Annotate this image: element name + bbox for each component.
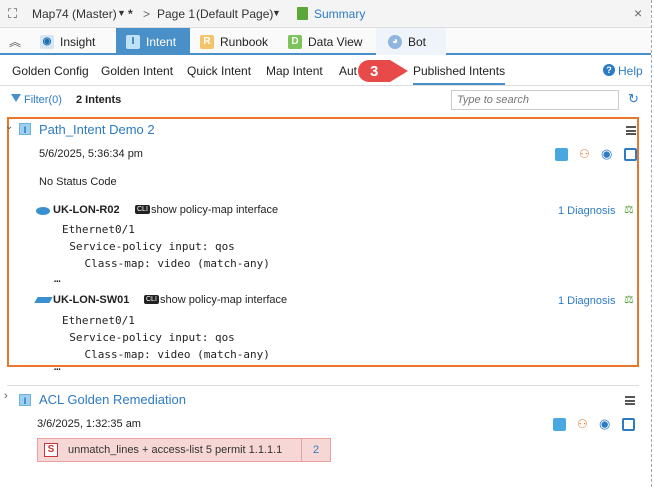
intent-title[interactable]: Path_Intent Demo 2 [39,122,155,137]
rule-text: unmatch_lines + access-list 5 permit 1.1… [68,444,283,456]
summary-link[interactable]: Summary [314,7,365,21]
intent-timestamp: 5/6/2025, 5:36:34 pm [39,148,143,160]
summary-icon [297,7,308,20]
switch-icon [34,297,53,303]
cli-output-line: Class-map: video (match-any) [58,257,270,270]
close-icon[interactable]: × [634,5,642,21]
menu-icon[interactable] [625,396,635,405]
chevron-down-icon[interactable]: ▼ [117,8,126,18]
tab-label: Insight [60,34,96,49]
subnav-published-intents[interactable]: Published Intents [413,64,506,85]
tab-label: Data View [308,34,363,49]
device-name[interactable]: UK-LON-SW01 [53,294,129,306]
subnav-map-intent[interactable]: Map Intent [266,64,323,78]
cli-output-line: Class-map: video (match-any) [58,348,270,361]
filter-icon[interactable] [11,94,21,102]
intent-card: ⌄ I Path_Intent Demo 2 5/6/2025, 5:36:34… [5,117,639,367]
tab-runbook[interactable]: R Runbook [200,28,280,55]
view-icon[interactable]: ◉ [599,416,610,432]
run-icon[interactable] [555,148,568,161]
diagnosis-link[interactable]: 1 Diagnosis [558,205,615,217]
collapse-chevron-icon[interactable]: ⌄ [5,121,13,132]
tab-label: Runbook [220,34,269,49]
bot-icon: ◕ [388,34,402,49]
page-suffix[interactable]: (Default Page) [196,7,273,21]
callout-number: 3 [370,63,379,80]
cli-output-line: … [54,272,61,285]
menu-icon[interactable] [626,126,636,135]
app-window: ⛶ Map74 (Master) ▼ * > Page 1 (Default P… [0,0,652,487]
rule-row[interactable]: S unmatch_lines + access-list 5 permit 1… [37,438,331,462]
intent-timestamp: 3/6/2025, 1:32:35 am [37,418,141,430]
page-chevron-down-icon[interactable]: ▼ [272,8,281,18]
tab-bot[interactable]: ◕ Bot [376,28,446,55]
tab-intent[interactable]: I Intent [116,28,190,55]
modified-indicator: * [128,7,133,21]
cli-output-line: Service-policy input: qos [56,331,235,344]
topology-icon[interactable]: ⚇ [577,417,588,431]
breadcrumb: ⛶ Map74 (Master) ▼ * > Page 1 (Default P… [0,0,651,28]
callout-shape [358,60,408,82]
cli-badge: CLI [144,295,159,304]
rule-badge: S [44,443,58,457]
balance-icon[interactable]: ⚖ [624,293,634,306]
filter-button[interactable]: Filter(0) [24,94,62,106]
step-callout: 3 [356,58,412,84]
page-name[interactable]: Page 1 [157,7,195,21]
filter-bar: Filter(0) 2 Intents ↻ [0,86,651,114]
intent-card: › I ACL Golden Remediation 3/6/2025, 1:3… [4,385,639,475]
help-link[interactable]: Help [618,64,643,78]
subnav-automation[interactable]: Aut [339,64,357,78]
router-icon [36,207,50,215]
data-view-icon: D [288,34,302,49]
tab-insight[interactable]: ◉ Insight [40,28,116,55]
search-input[interactable] [451,90,619,110]
intent-icon: I [126,34,140,49]
cli-command[interactable]: show policy-map interface [160,294,287,306]
subnav-quick-intent[interactable]: Quick Intent [187,64,251,78]
intent-icon: I [19,394,31,406]
tab-label: Intent [146,34,177,49]
rule-count[interactable]: 2 [313,444,319,456]
rule-divider [301,439,302,461]
intent-icon: I [19,123,31,135]
intent-subnav: Golden Config Golden Intent Quick Intent… [0,55,651,86]
breadcrumb-separator: > [143,7,151,21]
cli-command[interactable]: show policy-map interface [151,204,278,216]
main-tabs: ︽ ◉ Insight I Intent R Runbook D Data Vi… [0,28,651,55]
insight-icon: ◉ [40,34,54,49]
intent-count: 2 Intents [76,94,122,106]
run-icon[interactable] [553,418,566,431]
device-name[interactable]: UK-LON-R02 [53,204,120,216]
expand-icon[interactable]: ⛶ [8,6,17,22]
expand-chevron-icon[interactable]: › [4,390,8,402]
subnav-golden-intent[interactable]: Golden Intent [101,64,173,78]
report-icon[interactable] [624,148,637,161]
collapse-icon[interactable]: ︽ [9,33,21,50]
cli-output-line: … [54,360,61,373]
subnav-golden-config[interactable]: Golden Config [12,64,89,78]
report-icon[interactable] [622,418,635,431]
map-name[interactable]: Map74 (Master) [32,7,117,21]
refresh-icon[interactable]: ↻ [628,91,639,107]
cli-output-line: Service-policy input: qos [56,240,235,253]
balance-icon[interactable]: ⚖ [624,203,634,216]
cli-output-line: Ethernet0/1 [62,314,135,327]
tab-data-view[interactable]: D Data View [288,28,368,55]
view-icon[interactable]: ◉ [601,146,612,162]
topology-icon[interactable]: ⚇ [579,147,590,161]
status-text: No Status Code [39,176,117,188]
cli-badge: CLI [135,205,150,214]
help-icon[interactable]: ? [603,64,615,76]
diagnosis-link[interactable]: 1 Diagnosis [558,295,615,307]
intent-title[interactable]: ACL Golden Remediation [39,392,186,407]
cli-output-line: Ethernet0/1 [62,223,135,236]
tab-label: Bot [408,34,427,49]
runbook-icon: R [200,34,214,49]
